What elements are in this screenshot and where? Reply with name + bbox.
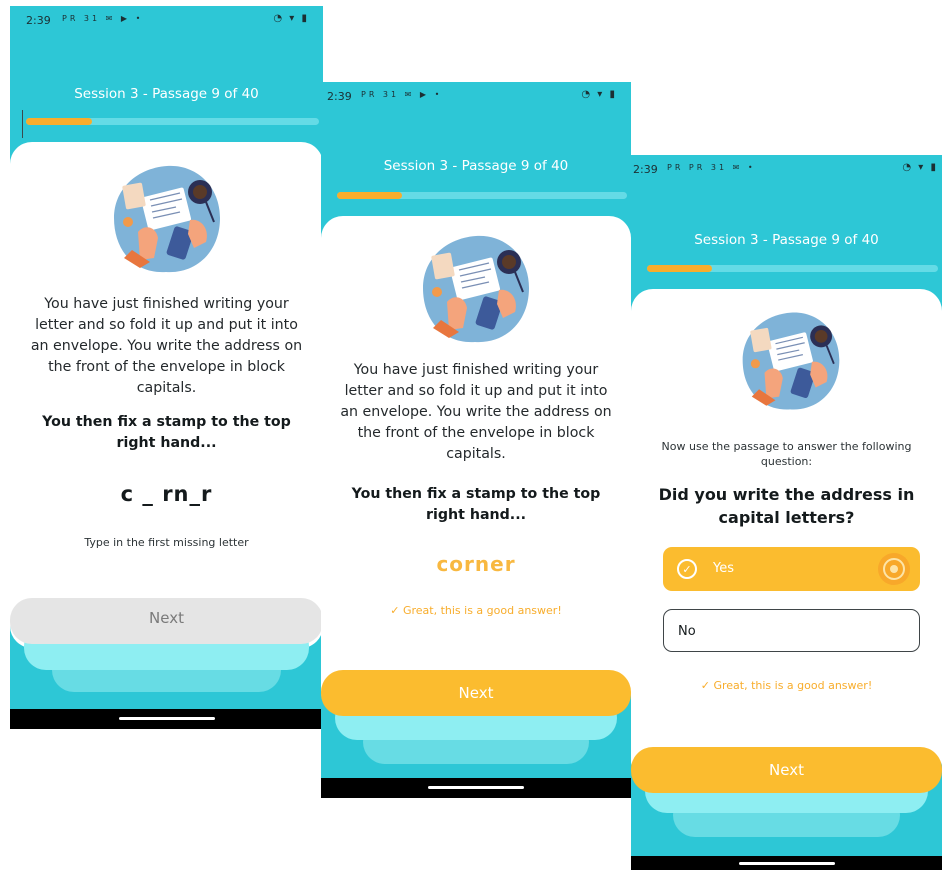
system-icons: ◔ ▾ ▮	[581, 89, 617, 100]
check-icon: ✓	[677, 559, 697, 579]
radio-dot	[890, 565, 898, 573]
instruction-text: Now use the passage to answer the follow…	[661, 440, 912, 468]
home-indicator[interactable]	[118, 717, 215, 720]
notification-icons: PR 31 ✉ ▶ •	[361, 90, 443, 99]
status-time: 2:39	[327, 90, 352, 103]
text-cursor	[22, 110, 23, 138]
navigation-bar	[10, 709, 323, 729]
option-no[interactable]: No	[663, 609, 920, 652]
hint-text: Type in the first missing letter	[84, 536, 249, 549]
selected-radio-icon	[878, 553, 910, 585]
writing-desk-illustration-icon	[419, 232, 533, 350]
progress-bar	[337, 192, 627, 199]
system-icons: ◔ ▾ ▮	[273, 13, 309, 24]
progress-fill	[337, 192, 403, 199]
progress-fill	[26, 118, 92, 125]
answer-word: corner	[436, 552, 516, 576]
passage-text: You have just finished writing your lett…	[30, 296, 303, 396]
navigation-bar	[631, 856, 942, 870]
progress-fill	[647, 265, 713, 272]
status-bar: 2:39 PR PR 31 ✉ • ◔ ▾ ▮	[631, 155, 942, 185]
session-title: Session 3 - Passage 9 of 40	[383, 158, 569, 174]
question-text: Did you write the address in capital let…	[658, 485, 915, 527]
gap-word: c _ rn_r	[120, 482, 213, 506]
phone-screen-1: 2:39 PR 31 ✉ ▶ • ◔ ▾ ▮ Session 3 - Passa…	[10, 6, 323, 729]
option-label: Yes	[713, 561, 734, 576]
feedback-text: ✓ Great, this is a good answer!	[700, 679, 873, 692]
status-time: 2:39	[633, 163, 658, 176]
feedback-text: ✓ Great, this is a good answer!	[390, 604, 562, 617]
writing-desk-illustration-icon	[739, 309, 843, 417]
passage-card: You have just finished writing your lett…	[10, 142, 323, 648]
prompt-text: You then fix a stamp to the top right ha…	[42, 414, 291, 451]
passage-text: You have just finished writing your lett…	[340, 362, 612, 462]
next-button[interactable]: Next	[10, 598, 323, 644]
system-icons: ◔ ▾ ▮	[902, 162, 938, 173]
home-indicator[interactable]	[428, 786, 524, 789]
notification-icons: PR PR 31 ✉ •	[667, 163, 756, 172]
session-title: Session 3 - Passage 9 of 40	[694, 232, 879, 248]
navigation-bar	[321, 778, 631, 798]
phone-screen-3: 2:39 PR PR 31 ✉ • ◔ ▾ ▮ Session 3 - Pass…	[631, 155, 942, 870]
notification-icons: PR 31 ✉ ▶ •	[62, 14, 144, 23]
home-indicator[interactable]	[738, 862, 835, 865]
status-bar: 2:39 PR 31 ✉ ▶ • ◔ ▾ ▮	[321, 82, 631, 112]
option-label: No	[678, 624, 696, 639]
progress-bar	[26, 118, 319, 125]
phone-screen-2: 2:39 PR 31 ✉ ▶ • ◔ ▾ ▮ Session 3 - Passa…	[321, 82, 631, 798]
progress-bar	[647, 265, 938, 272]
status-time: 2:39	[26, 14, 51, 27]
prompt-text: You then fix a stamp to the top right ha…	[351, 486, 601, 523]
option-yes[interactable]: ✓ Yes	[663, 547, 920, 591]
session-title: Session 3 - Passage 9 of 40	[74, 86, 259, 102]
question-card: Now use the passage to answer the follow…	[631, 289, 942, 783]
next-button[interactable]: Next	[321, 670, 631, 716]
passage-card: You have just finished writing your lett…	[321, 216, 631, 714]
writing-desk-illustration-icon	[110, 162, 224, 280]
status-bar: 2:39 PR 31 ✉ ▶ • ◔ ▾ ▮	[10, 6, 323, 36]
next-button[interactable]: Next	[631, 747, 942, 793]
